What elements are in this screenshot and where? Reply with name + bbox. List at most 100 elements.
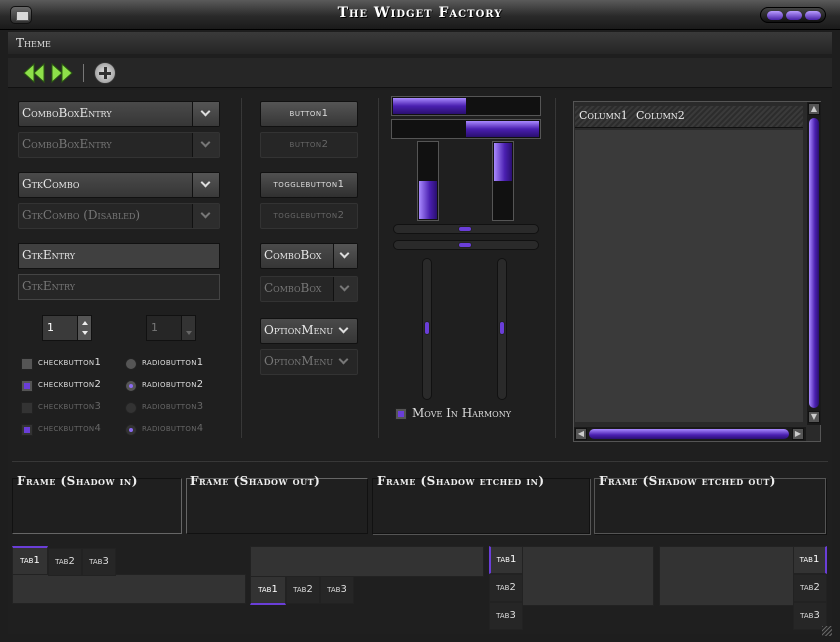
checkbutton1-box[interactable]	[21, 358, 33, 370]
checkbutton4-box	[21, 424, 33, 436]
progress-bar-vertical-1-fill	[419, 181, 437, 219]
spin-arrows-icon	[181, 316, 195, 340]
vscale-2-thumb[interactable]	[499, 321, 505, 335]
vscale-1-thumb[interactable]	[424, 321, 430, 335]
horizontal-scrollbar[interactable]: ◀ ▶	[574, 427, 806, 441]
combobox-1-text: ComboBox	[264, 248, 322, 262]
button1[interactable]: button1	[260, 101, 358, 127]
horizontal-scroll-thumb[interactable]	[589, 429, 789, 439]
close-button[interactable]	[805, 11, 821, 20]
scroll-down-icon[interactable]: ▼	[808, 411, 820, 423]
add-icon[interactable]	[94, 62, 116, 84]
column1-header[interactable]: Column1	[579, 109, 628, 122]
toolbar	[8, 58, 832, 88]
combobox-2-text: ComboBox	[264, 281, 322, 295]
combobox-entry-1-text: ComboBoxEntry	[22, 106, 112, 120]
tree-header: Column1 Column2	[575, 106, 803, 128]
checkbutton3-label: checkbutton3	[38, 401, 102, 412]
column-separator	[377, 98, 379, 438]
radiobutton2-label[interactable]: radiobutton2	[142, 379, 203, 390]
togglebutton1[interactable]: togglebutton1	[260, 172, 358, 198]
progress-bar-1	[391, 96, 541, 116]
spin-arrows-icon[interactable]	[77, 316, 91, 340]
gtkcombo-1-text: GtkCombo	[22, 177, 80, 191]
menu-bar: Theme	[8, 32, 832, 54]
chevron-down-icon	[333, 277, 357, 301]
vscale-2[interactable]	[497, 258, 507, 400]
vertical-scroll-thumb[interactable]	[809, 118, 819, 408]
minimize-button[interactable]	[767, 11, 783, 20]
row-separator	[12, 460, 828, 462]
hscale-2-thumb[interactable]	[458, 242, 472, 248]
notebook-bottom-tab3[interactable]: tab3	[320, 576, 354, 604]
checkbutton2-box[interactable]	[21, 380, 33, 392]
checkbutton1-label[interactable]: checkbutton1	[38, 357, 101, 368]
notebook-left-tab3[interactable]: tab3	[489, 602, 523, 630]
notebook-top-tab1[interactable]: tab1	[12, 546, 48, 575]
notebook-right-tab2[interactable]: tab2	[793, 574, 827, 602]
menu-theme[interactable]: Theme	[16, 36, 51, 50]
window-controls	[760, 7, 826, 23]
combobox-2: ComboBox	[260, 276, 358, 302]
notebook-bottom-tab1[interactable]: tab1	[250, 576, 286, 605]
spin-button-2-value: 1	[151, 321, 158, 334]
title-bar[interactable]: The Widget Factory	[0, 0, 840, 30]
optionmenu-1[interactable]: OptionMenu	[260, 318, 358, 344]
notebook-right-page	[659, 546, 794, 606]
checkbutton2-label[interactable]: checkbutton2	[38, 379, 101, 390]
gtk-entry-1-text: GtkEntry	[22, 248, 76, 262]
button2: button2	[260, 132, 358, 158]
column2-header[interactable]: Column2	[636, 109, 685, 122]
frame-shadow-etched-out-label: Frame (Shadow etched out)	[599, 474, 776, 488]
radiobutton1-dot[interactable]	[125, 358, 137, 370]
combobox-entry-1[interactable]: ComboBoxEntry	[18, 101, 220, 127]
hscale-2[interactable]	[393, 240, 539, 250]
maximize-button[interactable]	[786, 11, 802, 20]
chevron-down-icon[interactable]	[333, 319, 357, 343]
radiobutton4-label: radiobutton4	[142, 423, 204, 434]
frame-shadow-out-label: Frame (Shadow out)	[190, 474, 321, 488]
notebook-right-tab1[interactable]: tab1	[793, 546, 827, 574]
radiobutton3-label: radiobutton3	[142, 401, 204, 412]
chevron-down-icon[interactable]	[192, 102, 219, 126]
combobox-entry-2: ComboBoxEntry	[18, 132, 220, 158]
chevron-down-icon[interactable]	[333, 244, 357, 268]
chevron-down-icon[interactable]	[192, 173, 219, 197]
notebook-top-tab2[interactable]: tab2	[48, 548, 82, 576]
hscale-1-thumb[interactable]	[458, 226, 472, 232]
resize-grip-icon[interactable]	[822, 626, 832, 636]
fast-forward-icon[interactable]	[50, 62, 74, 84]
optionmenu-1-text: OptionMenu	[264, 323, 334, 337]
radiobutton2-dot[interactable]	[125, 380, 137, 392]
rewind-icon[interactable]	[22, 62, 46, 84]
notebook-top-tab3[interactable]: tab3	[82, 548, 116, 576]
window-title: The Widget Factory	[337, 5, 503, 21]
scroll-left-icon[interactable]: ◀	[575, 428, 587, 440]
scroll-right-icon[interactable]: ▶	[792, 428, 804, 440]
checkbutton4-label: checkbutton4	[38, 423, 102, 434]
move-in-harmony-check[interactable]	[395, 408, 407, 420]
gtk-entry-1[interactable]: GtkEntry	[18, 243, 220, 269]
notebook-left-tab2[interactable]: tab2	[489, 574, 523, 602]
vscale-1[interactable]	[422, 258, 432, 400]
scroll-up-icon[interactable]: ▲	[808, 103, 820, 115]
radiobutton1-label[interactable]: radiobutton1	[142, 357, 203, 368]
gtkcombo-1[interactable]: GtkCombo	[18, 172, 220, 198]
hscale-1[interactable]	[393, 224, 539, 234]
move-in-harmony-label[interactable]: Move In Harmony	[412, 406, 511, 420]
tree-body[interactable]	[575, 130, 803, 422]
spin-button-2: 1	[146, 315, 196, 341]
combobox-1[interactable]: ComboBox	[260, 243, 358, 269]
chevron-down-icon	[192, 133, 219, 157]
progress-bar-1-fill	[393, 98, 466, 114]
tree-view[interactable]: Column1 Column2 ▲ ▼ ◀ ▶	[573, 101, 821, 442]
notebook-top-page	[12, 574, 246, 604]
spin-button-1[interactable]: 1	[42, 315, 92, 341]
spin-button-1-value: 1	[47, 321, 54, 334]
vertical-scrollbar[interactable]: ▲ ▼	[807, 102, 821, 425]
notebook-bottom-tab2[interactable]: tab2	[286, 576, 320, 604]
toolbar-separator	[83, 64, 84, 82]
column-separator	[554, 98, 556, 438]
notebook-left-tab1[interactable]: tab1	[489, 546, 523, 574]
combobox-entry-2-text: ComboBoxEntry	[22, 137, 112, 151]
